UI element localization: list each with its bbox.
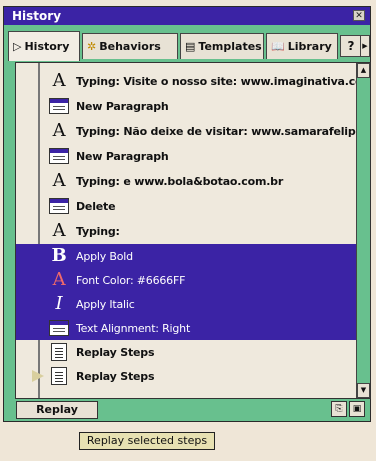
italic-icon: I <box>55 293 63 314</box>
close-icon[interactable]: ✕ <box>353 10 365 21</box>
tab-history-label: History <box>24 40 70 53</box>
history-item-label: New Paragraph <box>76 149 169 163</box>
tooltip: Replay selected steps <box>79 432 215 450</box>
replay-steps-icon <box>48 341 70 363</box>
history-list[interactable]: A Typing: Visite o nosso site: www.imagi… <box>16 63 370 398</box>
history-item-text-alignment[interactable]: Text Alignment: Right <box>16 316 357 340</box>
history-item-label: Typing: Não deixe de visitar: www.samara… <box>76 124 370 138</box>
play-triangle-icon: ▷ <box>13 40 22 53</box>
panel-title-bar[interactable]: History ✕ <box>4 7 370 25</box>
history-item-delete[interactable]: Delete <box>16 194 357 218</box>
tab-templates[interactable]: ▤ Templates <box>180 33 264 59</box>
history-item-label: Typing: e www.bola&botao.com.br <box>76 174 284 188</box>
font-color-icon: A <box>52 269 66 290</box>
typing-icon: A <box>52 120 66 141</box>
help-icon[interactable]: ? <box>340 35 362 57</box>
history-item-apply-bold[interactable]: B Apply Bold <box>16 244 357 268</box>
history-item-label: New Paragraph <box>76 99 169 113</box>
tab-scroll-right-icon[interactable]: ▶ <box>360 35 370 57</box>
history-item-label: Replay Steps <box>76 345 155 359</box>
panel-title: History <box>12 9 62 23</box>
history-item-new-paragraph-1[interactable]: New Paragraph <box>16 94 357 118</box>
paragraph-icon <box>48 317 70 339</box>
history-item-label: Apply Italic <box>76 297 135 311</box>
history-item-label: Apply Bold <box>76 249 133 263</box>
tab-behaviors[interactable]: ✲ Behaviors <box>82 33 178 59</box>
typing-icon: A <box>52 70 66 91</box>
tab-library-label: Library <box>287 40 332 53</box>
panel-footer: Replay ⎘ ▣ <box>4 398 370 422</box>
history-item-label: Delete <box>76 199 116 213</box>
history-item-label: Replay Steps <box>76 369 155 383</box>
history-item-label: Typing: <box>76 224 120 238</box>
history-slider-marker[interactable] <box>32 370 44 382</box>
template-icon: ▤ <box>185 40 196 53</box>
history-item-typing-3[interactable]: A Typing: e www.bola&botao.com.br <box>16 169 357 193</box>
history-item-typing-2[interactable]: A Typing: Não deixe de visitar: www.sama… <box>16 119 370 143</box>
vertical-scrollbar[interactable]: ▲ ▼ <box>356 63 370 398</box>
history-item-apply-italic[interactable]: I Apply Italic <box>16 292 357 316</box>
tab-templates-label: Templates <box>198 40 262 53</box>
tab-history[interactable]: ▷ History <box>8 31 80 61</box>
replay-button[interactable]: Replay <box>16 401 98 419</box>
history-item-label: Font Color: #6666FF <box>76 273 186 287</box>
gear-icon: ✲ <box>87 40 97 53</box>
typing-icon: A <box>52 220 66 241</box>
replay-steps-icon <box>48 365 70 387</box>
panel-tabs: ▷ History ✲ Behaviors ▤ Templates 📖 Libr… <box>8 31 370 61</box>
copy-steps-icon[interactable]: ⎘ <box>331 401 347 417</box>
history-item-replay-steps-2[interactable]: Replay Steps <box>16 364 357 388</box>
history-item-typing-4[interactable]: A Typing: <box>16 219 357 243</box>
history-item-new-paragraph-2[interactable]: New Paragraph <box>16 144 357 168</box>
history-list-panel: A Typing: Visite o nosso site: www.imagi… <box>15 62 371 399</box>
history-panel-window: History ✕ ▷ History ✲ Behaviors ▤ Templa… <box>3 6 371 422</box>
book-icon: 📖 <box>271 40 285 53</box>
history-item-label: Text Alignment: Right <box>76 321 191 335</box>
paragraph-icon <box>48 95 70 117</box>
history-item-font-color[interactable]: A Font Color: #6666FF <box>16 268 357 292</box>
scroll-down-icon[interactable]: ▼ <box>357 383 370 398</box>
history-item-replay-steps-1[interactable]: Replay Steps <box>16 340 357 364</box>
paragraph-icon <box>48 145 70 167</box>
save-as-command-icon[interactable]: ▣ <box>349 401 365 417</box>
tab-behaviors-label: Behaviors <box>99 40 161 53</box>
history-item-typing-1[interactable]: A Typing: Visite o nosso site: www.imagi… <box>16 69 370 93</box>
typing-icon: A <box>52 170 66 191</box>
paragraph-icon <box>48 195 70 217</box>
tab-library[interactable]: 📖 Library <box>266 33 338 59</box>
scroll-up-icon[interactable]: ▲ <box>357 63 370 78</box>
history-item-label: Typing: Visite o nosso site: www.imagina… <box>76 74 371 88</box>
bold-icon: B <box>51 245 67 266</box>
